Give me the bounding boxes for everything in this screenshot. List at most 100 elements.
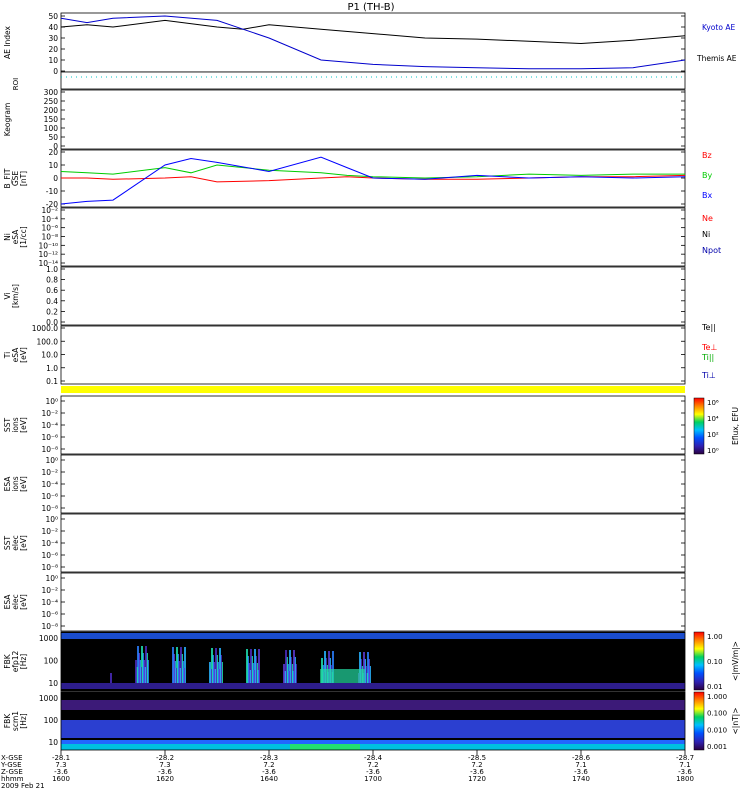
fbk2-colorbar-tick-1: 0.100	[707, 710, 727, 718]
keogram-ylabel-0: Keogram	[3, 103, 12, 137]
legend-themis-ae: Themis AE	[696, 54, 737, 63]
bfield-ytick-label-2: 0	[53, 174, 58, 183]
yellow-bar	[61, 386, 685, 393]
ae-ytick-label-5: 0	[53, 67, 58, 76]
ti-ytick-label-4: 0.1	[46, 377, 58, 386]
fbk1-top-band	[61, 633, 685, 639]
legend-ni: Ni	[702, 230, 710, 239]
x-tick-label-0-3: 1600	[52, 775, 70, 783]
x-tick-label-2-3: 1640	[260, 775, 278, 783]
fbk1-streak-86	[172, 647, 174, 683]
esa_e-ytick-label-4: 10⁻⁸	[41, 622, 58, 631]
sst_e-ytick-label-0: 10⁰	[45, 515, 58, 524]
esa_e-ytick-label-2: 10⁻⁴	[41, 598, 58, 607]
x-tick-label-1-3: 1620	[156, 775, 174, 783]
x-tick-label-3-3: 1700	[364, 775, 382, 783]
fbk1-streak-85	[135, 660, 137, 683]
esa_i-ytick-label-4: 10⁻⁸	[41, 504, 58, 513]
fbk2-band-c	[61, 740, 685, 744]
keogram-ytick-label-1: 250	[44, 97, 59, 106]
x-row-label-4: 2009 Feb 21	[1, 782, 45, 790]
sst_i-ytick-label-3: 10⁻⁶	[41, 433, 58, 442]
legend-ne: Ne	[702, 214, 713, 223]
keogram-ytick-label-4: 100	[44, 124, 59, 133]
esa_i-ylabel-2: [eV]	[19, 476, 28, 492]
fbk2-colorbar-tick-3: 0.001	[707, 743, 727, 751]
fbk1-ytick-label-0: 1000	[39, 634, 58, 643]
esa_i-ytick-label-0: 10⁰	[45, 456, 58, 465]
x-tick-label-5-3: 1740	[572, 775, 590, 783]
fbk1-streak-89	[283, 664, 285, 683]
ni-ylabel-2: [1/cc]	[19, 226, 28, 247]
fbk2-ylabel-2: [Hz]	[19, 713, 28, 729]
keogram-ytick-label-0: 300	[44, 88, 59, 97]
fbk1-ylabel-2: [Hz]	[19, 654, 28, 670]
legend-ti-1: Te⊥	[701, 343, 717, 352]
legend-ti-3: Ti⊥	[701, 371, 716, 380]
ni-ytick-label-5: 10⁻¹²	[38, 250, 58, 259]
vi-ylabel-1: [km/s]	[11, 284, 20, 308]
legend-npot: Npot	[702, 246, 721, 255]
sst_e-ytick-label-2: 10⁻⁴	[41, 539, 58, 548]
fbk2-ytick-label-0: 1000	[39, 694, 58, 703]
fbk2-colorbar-tick-0: 1.000	[707, 693, 727, 701]
esa_i-ytick-label-1: 10⁻²	[41, 468, 58, 477]
fbk2-ytick-label-1: 100	[44, 716, 59, 725]
ae-ytick-label-4: 10	[48, 56, 58, 65]
fbk2-band-b	[61, 720, 685, 738]
sst_e-ytick-label-3: 10⁻⁶	[41, 551, 58, 560]
ae-ytick-label-3: 20	[48, 45, 58, 54]
fbk1-burst	[320, 669, 365, 683]
fbk1-colorbar-tick-1: 0.10	[707, 658, 723, 666]
figure: P1 (TH-B) AE Index50403020100Kyoto AEThe…	[0, 0, 750, 800]
fbk2-band-d	[61, 744, 685, 750]
x-tick-label-6-3: 1800	[676, 775, 694, 783]
roi-frame	[60, 71, 686, 90]
ae-ytick-label-2: 30	[48, 34, 58, 43]
sst_e-ytick-label-1: 10⁻²	[41, 527, 58, 536]
fbk1-colorbar	[693, 631, 705, 691]
keogram-ytick-label-3: 150	[44, 115, 59, 124]
esa_e-ylabel-2: [eV]	[19, 594, 28, 610]
fbk1-streak-0	[110, 673, 112, 683]
keogram-ytick-label-5: 50	[48, 133, 58, 142]
sst_i-ylabel-2: [eV]	[19, 417, 28, 433]
fbk1-colorbar-tick-2: 0.01	[707, 683, 723, 691]
vi-ytick-label-1: 0.8	[46, 276, 58, 285]
eflux-colorbar-label: Eflux, EFU	[731, 407, 740, 445]
fbk1-bottom-band	[61, 683, 685, 689]
vi-ytick-label-0: 1.0	[46, 265, 58, 274]
fbk2-colorbar-tick-2: 0.010	[707, 726, 727, 734]
esa_i-ytick-label-2: 10⁻⁴	[41, 480, 58, 489]
fbk2-colorbar-label: <|nT|>	[731, 708, 740, 735]
ti-ytick-label-0: 1000.0	[32, 324, 58, 333]
esa_e-ytick-label-1: 10⁻²	[41, 586, 58, 595]
legend-ti-2: Ti||	[701, 353, 714, 362]
vi-ytick-label-4: 0.2	[46, 307, 58, 316]
ti-ytick-label-3: 1.0	[46, 364, 58, 373]
sst_i-ytick-label-4: 10⁻⁸	[41, 445, 58, 454]
esa_e-ytick-label-3: 10⁻⁶	[41, 610, 58, 619]
fbk2-ytick-label-2: 10	[48, 738, 58, 747]
legend-ti-0: Te||	[701, 323, 716, 332]
ae-ytick-label-1: 40	[48, 23, 58, 32]
sst_e-ylabel-2: [eV]	[19, 535, 28, 551]
ti-ytick-label-2: 10.0	[41, 351, 58, 360]
legend-bz: Bz	[702, 151, 712, 160]
bfield-ytick-label-3: -10	[46, 187, 58, 196]
ni-ytick-label-3: 10⁻⁸	[41, 233, 58, 242]
esa_e-ytick-label-0: 10⁰	[45, 574, 58, 583]
keogram-ytick-label-2: 200	[44, 106, 59, 115]
legend-bx: Bx	[702, 191, 712, 200]
ae-ylabel-0: AE Index	[3, 25, 12, 58]
roi-ylabel: ROI	[12, 78, 20, 90]
vi-ytick-label-2: 0.6	[46, 286, 58, 295]
spectrogram-layer	[60, 631, 686, 751]
legend-by: By	[702, 171, 712, 180]
sst_i-ytick-label-2: 10⁻⁴	[41, 421, 58, 430]
chart-title: P1 (TH-B)	[347, 2, 394, 13]
ti-ytick-label-1: 100.0	[37, 337, 59, 346]
fbk1-ytick-label-1: 100	[44, 657, 59, 666]
fbk2-colorbar	[693, 691, 705, 751]
legend-kyoto-ae: Kyoto AE	[702, 23, 735, 32]
